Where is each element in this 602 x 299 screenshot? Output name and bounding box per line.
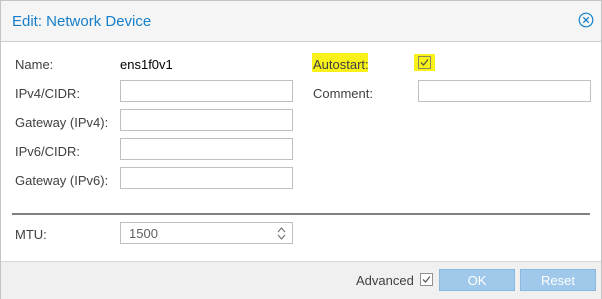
gateway-ipv4-label: Gateway (IPv4): bbox=[15, 115, 109, 130]
gateway-ipv6-label: Gateway (IPv6): bbox=[15, 173, 109, 188]
mtu-value: 1500 bbox=[129, 226, 158, 241]
autostart-label: Autostart: bbox=[313, 57, 369, 72]
advanced-checkbox[interactable] bbox=[420, 273, 433, 286]
network-device-dialog: Edit: Network Device Name: ens1f0v1 IPv4… bbox=[0, 0, 602, 299]
ipv4-label: IPv4/CIDR: bbox=[15, 86, 81, 101]
ipv6-input[interactable] bbox=[120, 138, 293, 160]
dialog-title: Edit: Network Device bbox=[12, 13, 152, 30]
check-icon bbox=[420, 59, 429, 66]
autostart-checkbox[interactable] bbox=[418, 56, 431, 69]
dialog-footer: Advanced OK Reset bbox=[1, 261, 601, 299]
dialog-header: Edit: Network Device bbox=[1, 1, 601, 42]
spinner-arrows-icon[interactable] bbox=[277, 226, 286, 241]
comment-input[interactable] bbox=[418, 80, 591, 102]
advanced-label: Advanced bbox=[356, 273, 414, 288]
mtu-spinner[interactable]: 1500 bbox=[120, 222, 293, 244]
reset-button[interactable]: Reset bbox=[520, 269, 596, 291]
ipv4-input[interactable] bbox=[120, 80, 293, 102]
ok-button[interactable]: OK bbox=[439, 269, 515, 291]
dialog-body: Name: ens1f0v1 IPv4/CIDR: Gateway (IPv4)… bbox=[1, 42, 601, 261]
gateway-ipv6-input[interactable] bbox=[120, 167, 293, 189]
name-value: ens1f0v1 bbox=[120, 57, 173, 72]
check-icon bbox=[422, 276, 431, 283]
comment-label: Comment: bbox=[313, 86, 373, 101]
name-label: Name: bbox=[15, 57, 54, 72]
section-divider bbox=[12, 213, 590, 215]
gateway-ipv4-input[interactable] bbox=[120, 109, 293, 131]
mtu-label: MTU: bbox=[15, 227, 47, 242]
ipv6-label: IPv6/CIDR: bbox=[15, 144, 81, 159]
close-icon[interactable] bbox=[578, 12, 594, 28]
